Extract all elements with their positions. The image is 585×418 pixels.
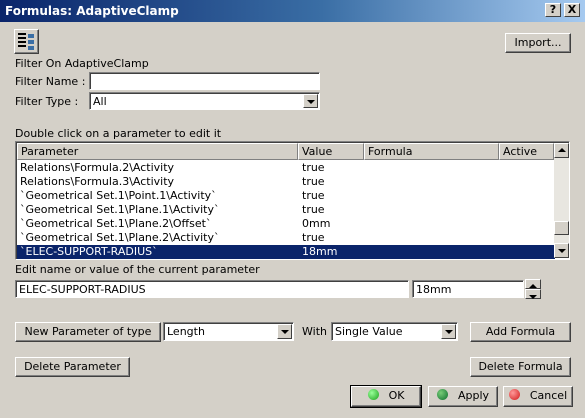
title-bar: Formulas: AdaptiveClamp — [0, 0, 585, 22]
new-parameter-button[interactable]: New Parameter of type — [15, 322, 161, 342]
cell-value: 18mm — [302, 245, 338, 258]
with-label: With — [302, 325, 327, 338]
scroll-up-icon[interactable] — [554, 143, 569, 158]
window-title: Formulas: AdaptiveClamp — [5, 4, 179, 18]
spin-up-icon[interactable] — [525, 279, 541, 289]
cell-value: true — [302, 189, 325, 202]
filter-type-label: Filter Type : — [15, 95, 79, 108]
parameters-view-icon[interactable] — [14, 29, 39, 54]
chevron-down-icon[interactable] — [441, 324, 456, 339]
cell-parameter: Relations\Formula.3\Activity — [20, 175, 175, 188]
add-formula-button[interactable]: Add Formula — [470, 322, 571, 342]
cell-parameter: `Geometrical Set.1\Point.1\Activity` — [20, 189, 217, 202]
table-header: Parameter Value Formula Active — [17, 143, 554, 160]
delete-parameter-button[interactable]: Delete Parameter — [15, 357, 130, 377]
cell-parameter: `Geometrical Set.1\Plane.1\Activity` — [20, 203, 220, 216]
cell-value: true — [302, 161, 325, 174]
formulas-dialog: Formulas: AdaptiveClamp ? X Import... Fi… — [0, 0, 585, 418]
table-row[interactable]: Relations\Formula.2\Activity true — [17, 161, 555, 175]
parameter-value-input[interactable]: 18mm — [412, 280, 524, 298]
value-spinner[interactable] — [525, 279, 541, 299]
cell-value: true — [302, 231, 325, 244]
value-kind-select[interactable]: Single Value — [331, 322, 458, 341]
cell-parameter: Relations\Formula.2\Activity — [20, 161, 175, 174]
table-row[interactable]: `Geometrical Set.1\Plane.1\Activity` true — [17, 203, 555, 217]
column-header-formula[interactable]: Formula — [364, 143, 499, 160]
column-header-parameter[interactable]: Parameter — [17, 143, 298, 160]
table-row[interactable]: `Geometrical Set.1\Plane.2\Activity` true — [17, 231, 555, 245]
parameter-name-input[interactable]: ELEC-SUPPORT-RADIUS — [15, 280, 409, 298]
cell-value: true — [302, 175, 325, 188]
delete-formula-button[interactable]: Delete Formula — [470, 357, 571, 377]
cancel-icon — [508, 389, 520, 400]
table-instruction: Double click on a parameter to edit it — [15, 127, 222, 140]
apply-icon — [436, 389, 448, 400]
filter-type-select[interactable]: All — [89, 92, 320, 110]
apply-button[interactable]: Apply — [428, 386, 498, 407]
spin-down-icon[interactable] — [525, 289, 541, 299]
parameters-table: Parameter Value Formula Active Relations… — [15, 141, 570, 260]
filter-heading: Filter On AdaptiveClamp — [15, 57, 149, 70]
filter-name-label: Filter Name : — [15, 75, 86, 88]
cell-parameter: `Geometrical Set.1\Plane.2\Activity` — [20, 231, 220, 244]
table-row[interactable]: `Geometrical Set.1\Point.1\Activity` true — [17, 189, 555, 203]
parameter-type-select[interactable]: Length — [163, 322, 294, 341]
ok-icon — [367, 389, 379, 400]
cell-value: true — [302, 203, 325, 216]
table-row[interactable]: Relations\Formula.3\Activity true — [17, 175, 555, 189]
scroll-thumb[interactable] — [554, 221, 569, 235]
cell-value: 0mm — [302, 217, 331, 230]
column-header-active[interactable]: Active — [499, 143, 554, 160]
import-button[interactable]: Import... — [505, 33, 571, 53]
table-row[interactable]: `ELEC-SUPPORT-RADIUS` 18mm — [17, 245, 555, 259]
edit-label: Edit name or value of the current parame… — [15, 263, 260, 276]
cell-parameter: `ELEC-SUPPORT-RADIUS` — [20, 245, 158, 258]
cell-parameter: `Geometrical Set.1\Plane.2\Offset` — [20, 217, 212, 230]
scroll-down-icon[interactable] — [554, 243, 569, 258]
table-body: Relations\Formula.2\Activity true Relation… — [17, 160, 555, 259]
column-header-value[interactable]: Value — [298, 143, 364, 160]
filter-name-input[interactable] — [89, 72, 320, 90]
table-scrollbar[interactable] — [554, 143, 569, 258]
help-button[interactable]: ? — [545, 3, 561, 17]
chevron-down-icon[interactable] — [277, 324, 292, 339]
ok-button[interactable]: OK — [350, 385, 422, 408]
cancel-button[interactable]: Cancel — [503, 386, 573, 407]
table-row[interactable]: `Geometrical Set.1\Plane.2\Offset` 0mm — [17, 217, 555, 231]
chevron-down-icon[interactable] — [303, 94, 318, 108]
close-button[interactable]: X — [564, 3, 580, 17]
